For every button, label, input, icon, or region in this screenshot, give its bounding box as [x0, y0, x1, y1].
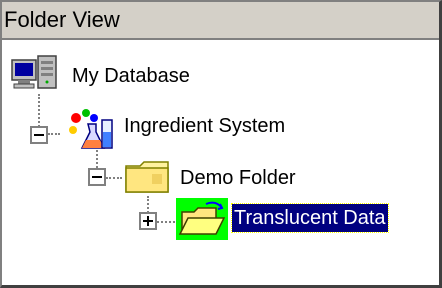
tree-node-label-selected[interactable]: Translucent Data — [231, 203, 389, 233]
tree-node-label[interactable]: Ingredient System — [124, 112, 285, 140]
open-folder-icon[interactable] — [176, 198, 228, 240]
tree-connector — [106, 177, 122, 179]
tree-connector — [157, 221, 175, 223]
folder-icon[interactable] — [124, 158, 172, 196]
database-computer-icon[interactable] — [10, 52, 64, 96]
folder-view-panel: Folder View My Database Ingredient Syste… — [0, 0, 442, 288]
panel-title: Folder View — [2, 2, 439, 40]
collapse-toggle[interactable] — [88, 168, 106, 186]
folder-tree[interactable]: My Database Ingredient System Demo Folde… — [2, 40, 439, 287]
expand-toggle[interactable] — [139, 212, 157, 230]
tree-node-label[interactable]: Demo Folder — [180, 164, 296, 192]
tree-connector — [48, 133, 60, 135]
tree-node-label[interactable]: My Database — [72, 62, 190, 90]
chemistry-flask-icon[interactable] — [64, 108, 120, 154]
collapse-toggle[interactable] — [30, 126, 48, 144]
